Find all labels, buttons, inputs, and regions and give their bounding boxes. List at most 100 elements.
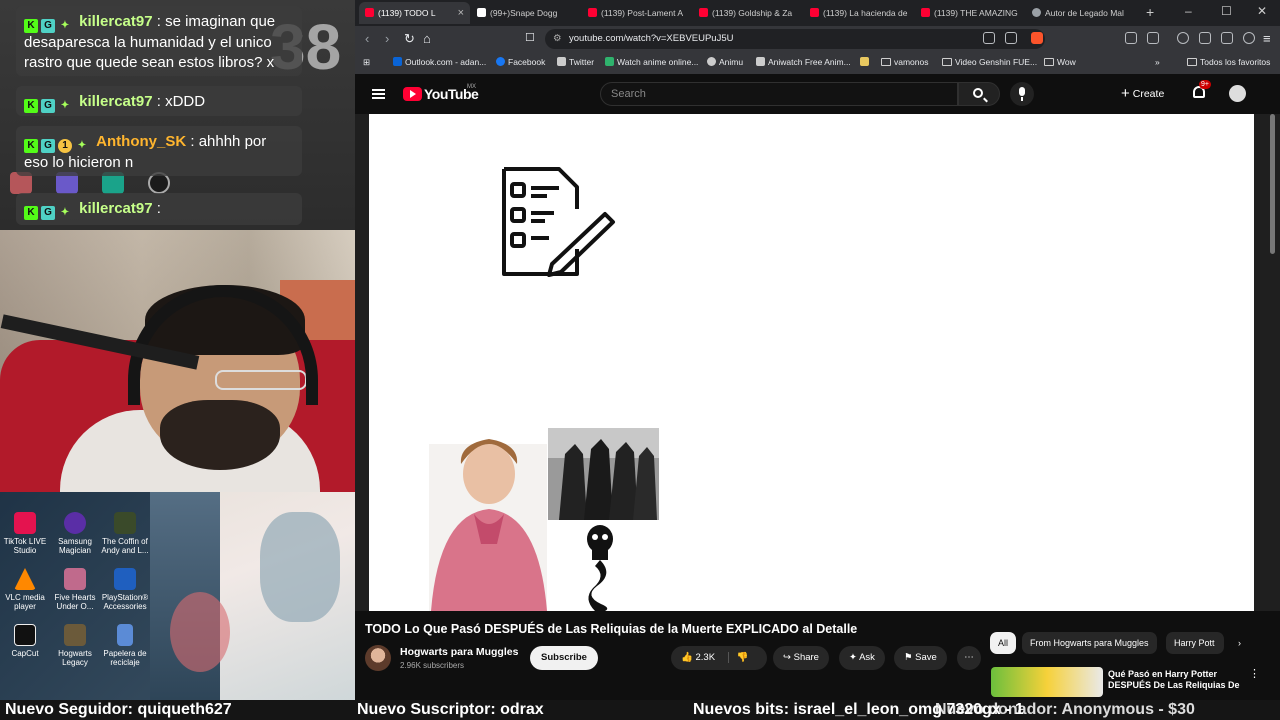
sidebar-icon[interactable] [1147,32,1159,44]
folder-icon [881,58,891,66]
share-button[interactable]: ↪ Share [773,646,829,670]
reload-icon[interactable]: ↻ [404,31,415,47]
recycle-bin-icon [117,624,133,646]
avatar[interactable] [1229,85,1246,102]
desktop-icon-playstation[interactable]: PlayStation® Accessories [100,568,150,611]
aniwatch-icon [756,57,765,66]
install-icon[interactable] [983,32,995,44]
desktop-icon-capcut[interactable]: CapCut [0,624,50,658]
bookmark-watch-anime[interactable]: Watch anime online... [605,57,698,67]
desktop-icon-vlc[interactable]: VLC media player [0,568,50,611]
all-bookmarks-folder[interactable]: Todos los favoritos [1187,57,1270,67]
tab[interactable]: (1139) THE AMAZING [915,2,1026,24]
more-vert-icon[interactable]: ⋮ [1249,667,1260,680]
tab[interactable]: (1139) Goldship & Za [693,2,804,24]
leo-icon[interactable] [1221,32,1233,44]
search-button[interactable] [958,82,1000,106]
site-info-icon[interactable]: ⚙ [553,33,562,44]
chat-message: K G ✦ killercat97 : [16,193,302,225]
forward-icon[interactable]: › [385,31,389,46]
desktop-icon-five-hearts[interactable]: Five Hearts Under O... [50,568,100,611]
bookmark-twitter[interactable]: Twitter [557,57,594,67]
video-player[interactable] [369,114,1254,611]
voice-search-mic-icon[interactable] [1010,82,1034,106]
tab[interactable]: Autor de Legado Mal [1026,2,1137,24]
tab-title: (99+)Snape Dogg [490,8,558,18]
bookmark-icon-extra[interactable] [860,57,872,67]
brave-shield-icon[interactable] [1031,32,1043,44]
tab[interactable]: (1139) La hacienda de [804,2,915,24]
youtube-favicon-icon [810,8,819,17]
bookmark-folder-genshin[interactable]: Video Genshin FUE... [942,57,1037,67]
share-page-icon[interactable] [1005,32,1017,44]
bookmark-animu[interactable]: Animu [707,57,743,67]
menu-icon[interactable]: ≡ [1263,31,1271,46]
channel-name[interactable]: Hogwarts para Muggles [400,646,518,658]
minimize-icon[interactable]: – [1185,4,1192,18]
apps-icon[interactable]: ⊞ [363,57,370,68]
animu-icon [707,57,716,66]
ask-button[interactable]: ✦ Ask [839,646,885,670]
maximize-icon[interactable]: ☐ [1221,4,1232,18]
wallet-icon[interactable] [1199,32,1211,44]
notification-badge: 9+ [1199,80,1211,89]
hamburger-menu-icon[interactable] [372,89,385,99]
chip-harry-potter[interactable]: Harry Pott [1166,632,1224,654]
save-button[interactable]: ⚑ Save [894,646,947,670]
desktop-icon-hogwarts[interactable]: Hogwarts Legacy [50,624,100,667]
bookmark-aniwatch[interactable]: Aniwatch Free Anim... [756,57,851,67]
tab-title: Autor de Legado Mal [1045,8,1124,18]
bookmark-outlook[interactable]: Outlook.com - adan... [393,57,486,67]
dark-figures-image [548,428,659,520]
bookmark-icon[interactable]: ☐ [525,31,535,44]
extension-icon [860,57,869,66]
dislike-icon[interactable]: 👎 [727,652,749,663]
extensions-icon[interactable] [1125,32,1137,44]
capcut-icon [14,624,36,646]
channel-avatar[interactable] [365,645,391,671]
chip-all[interactable]: All [990,632,1017,654]
new-tab-icon[interactable]: + [1146,4,1154,20]
bookmark-label: Aniwatch Free Anim... [768,57,851,67]
like-icon[interactable]: 👍 [681,652,693,663]
bookmark-label: Watch anime online... [617,57,699,67]
bookmark-label: Todos los favoritos [1200,57,1271,67]
more-actions-icon[interactable]: ⋯ [957,646,981,670]
tab[interactable]: (99+)Snape Dogg [471,2,582,24]
chevron-right-icon[interactable]: › [1230,632,1249,654]
desktop-icon-samsung[interactable]: Samsung Magician [50,512,100,555]
back-icon[interactable]: ‹ [365,31,369,46]
like-count[interactable]: 2.3K [695,652,715,663]
desktop-icon-tiktok[interactable]: TikTok LIVE Studio [0,512,50,555]
like-dislike-group: 👍 2.3K 👎 [671,646,767,670]
bookmark-folder-vamonos[interactable]: vamonos [881,57,929,67]
bookmark-label: Twitter [569,57,595,67]
bookmark-folder-wow[interactable]: Wow [1044,57,1076,67]
more-bookmarks-icon[interactable]: » [1155,57,1160,67]
wallpaper-art [150,492,355,700]
kick-badge-icon: K [24,99,38,113]
desktop-icon-label: VLC media player [5,593,45,611]
vpn-icon[interactable] [1243,32,1255,44]
create-button[interactable]: + Create [1121,82,1175,106]
tab-youtube-active[interactable]: (1139) TODO L × [359,2,470,24]
home-icon[interactable]: ⌂ [423,31,431,46]
desktop-background-bottom: TikTok LIVE Studio Samsung Magician The … [0,492,355,700]
search-input[interactable]: Search [600,82,958,106]
media-icon[interactable] [1177,32,1189,44]
tab[interactable]: (1139) Post-Lament A [582,2,693,24]
recommended-title[interactable]: Qué Pasó en Harry Potter DESPUÉS De Las … [1108,669,1248,691]
youtube-logo-icon[interactable] [403,87,422,101]
desktop-icon-recycle[interactable]: Papelera de reciclaje [100,624,150,667]
recommended-thumbnail[interactable] [991,667,1103,697]
close-window-icon[interactable]: ✕ [1257,4,1267,18]
tab-title: (1139) THE AMAZING [934,8,1018,18]
subscribe-button[interactable]: Subscribe [530,646,598,670]
desktop-icon-coffin[interactable]: The Coffin of Andy and L... [100,512,150,555]
url-field[interactable]: ⚙ youtube.com/watch?v=XEBVEUPuJ5U [545,29,1045,49]
close-tab-icon[interactable]: × [458,2,464,24]
page-scrollbar[interactable] [1270,114,1275,254]
chip-from-channel[interactable]: From Hogwarts para Muggles [1022,632,1157,654]
bookmark-facebook[interactable]: Facebook [496,57,545,67]
subscriber-badge-icon: G [41,139,55,153]
